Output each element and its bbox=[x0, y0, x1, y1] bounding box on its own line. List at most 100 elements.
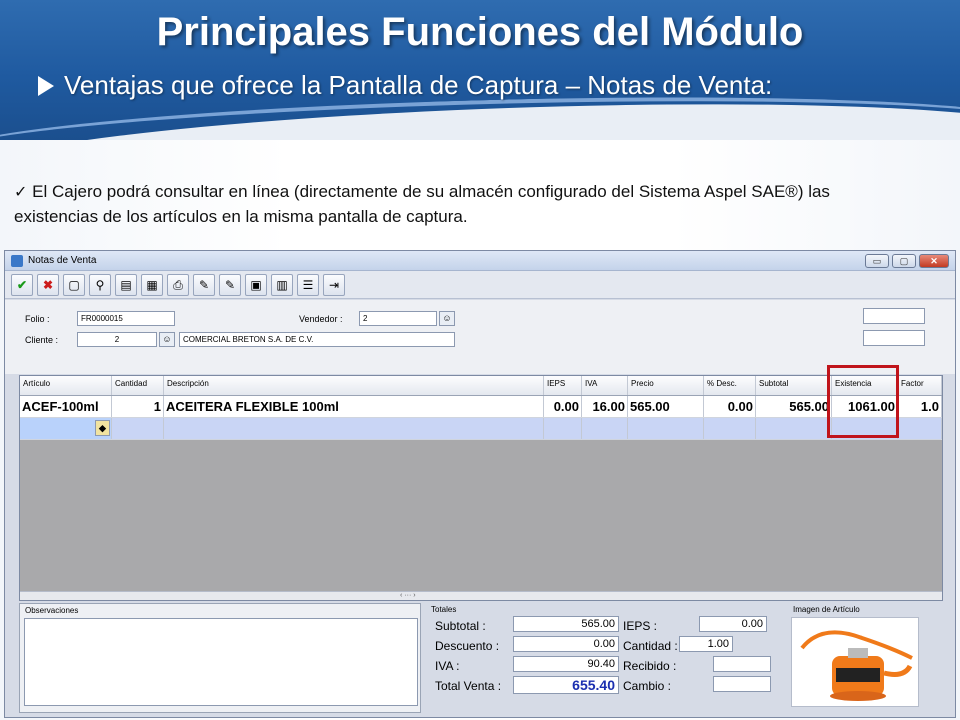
col-precio[interactable]: Precio bbox=[628, 376, 704, 395]
excel-icon[interactable]: ▦ bbox=[141, 273, 163, 296]
arrow-bullet-icon bbox=[38, 75, 54, 96]
descuento-label: Descuento : bbox=[435, 639, 500, 653]
cancel-icon[interactable]: ✖ bbox=[37, 273, 59, 296]
slide-title: Principales Funciones del Módulo bbox=[156, 10, 804, 54]
items-grid: Artículo Cantidad Descripción IEPS IVA P… bbox=[19, 375, 943, 601]
calculator-icon[interactable]: ▥ bbox=[271, 273, 293, 296]
cliente-name-field: COMERCIAL BRETON S.A. DE C.V. bbox=[179, 332, 455, 347]
ieps-value: 0.00 bbox=[699, 616, 767, 632]
search-icon[interactable]: ⚲ bbox=[89, 273, 111, 296]
cell-subtotal[interactable]: 565.00 bbox=[756, 396, 832, 417]
horizontal-scrollbar[interactable]: ‹ ··· › bbox=[20, 591, 942, 600]
cambio-field bbox=[713, 676, 771, 692]
minimize-button[interactable]: ▭ bbox=[865, 254, 889, 268]
col-cantidad[interactable]: Cantidad bbox=[112, 376, 164, 395]
cell-articulo-edit[interactable]: ◆ bbox=[20, 418, 112, 439]
cell-empty[interactable] bbox=[756, 418, 832, 439]
totales-label: Totales bbox=[431, 605, 457, 614]
slide-subtitle: Ventajas que ofrece la Pantalla de Captu… bbox=[38, 70, 772, 101]
cell-empty[interactable] bbox=[704, 418, 756, 439]
window-controls: ▭ ▢ ✕ bbox=[865, 254, 949, 268]
col-ieps[interactable]: IEPS bbox=[544, 376, 582, 395]
cell-cantidad[interactable]: 1 bbox=[112, 396, 164, 417]
document-icon[interactable]: ▤ bbox=[115, 273, 137, 296]
extra-field-2[interactable] bbox=[863, 330, 925, 346]
cell-descripcion[interactable]: ACEITERA FLEXIBLE 100ml bbox=[164, 396, 544, 417]
recibido-label: Recibido : bbox=[623, 659, 677, 673]
tag2-icon[interactable]: ✎ bbox=[219, 273, 241, 296]
table-row[interactable]: ACEF-100ml 1 ACEITERA FLEXIBLE 100ml 0.0… bbox=[20, 396, 942, 418]
cell-empty[interactable] bbox=[628, 418, 704, 439]
maximize-button[interactable]: ▢ bbox=[892, 254, 916, 268]
slide-note: ✓ El Cajero podrá consultar en línea (di… bbox=[14, 180, 874, 229]
col-iva[interactable]: IVA bbox=[582, 376, 628, 395]
tag-icon[interactable]: ✎ bbox=[193, 273, 215, 296]
imagen-articulo-label: Imagen de Artículo bbox=[793, 605, 860, 614]
total-venta-label: Total Venta : bbox=[435, 679, 502, 693]
cell-factor[interactable]: 1.0 bbox=[898, 396, 942, 417]
total-venta-value: 655.40 bbox=[513, 676, 619, 694]
col-desc[interactable]: % Desc. bbox=[704, 376, 756, 395]
cambio-label: Cambio : bbox=[623, 679, 672, 693]
new-icon[interactable]: ▢ bbox=[63, 273, 85, 296]
vendedor-label: Vendedor : bbox=[299, 314, 343, 324]
vendedor-lookup-icon[interactable]: ☺ bbox=[439, 311, 455, 326]
existencia-highlight bbox=[827, 365, 899, 438]
cliente-field[interactable]: 2 bbox=[77, 332, 157, 347]
col-descripcion[interactable]: Descripción bbox=[164, 376, 544, 395]
recibido-field[interactable] bbox=[713, 656, 771, 672]
vendedor-field[interactable]: 2 bbox=[359, 311, 437, 326]
check-icon[interactable]: ✔ bbox=[11, 273, 33, 296]
cell-empty[interactable] bbox=[582, 418, 628, 439]
close-button[interactable]: ✕ bbox=[919, 254, 949, 268]
descuento-value: 0.00 bbox=[513, 636, 619, 652]
totales-panel: Totales Subtotal : 565.00 Descuento : 0.… bbox=[427, 603, 779, 713]
ieps-label: IEPS : bbox=[623, 619, 658, 633]
cell-empty[interactable] bbox=[164, 418, 544, 439]
cantidad-label: Cantidad : bbox=[623, 639, 678, 653]
subtotal-value: 565.00 bbox=[513, 616, 619, 632]
extra-field-1[interactable] bbox=[863, 308, 925, 324]
slide-subtitle-text: Ventajas que ofrece la Pantalla de Captu… bbox=[64, 70, 773, 100]
col-subtotal[interactable]: Subtotal bbox=[756, 376, 832, 395]
col-articulo[interactable]: Artículo bbox=[20, 376, 112, 395]
checkmark-icon: ✓ bbox=[14, 184, 28, 201]
note-icon[interactable]: ▣ bbox=[245, 273, 267, 296]
iva-value: 90.40 bbox=[513, 656, 619, 672]
slide-header: Principales Funciones del Módulo Ventaja… bbox=[0, 0, 960, 140]
observaciones-label: Observaciones bbox=[25, 606, 79, 615]
folio-field[interactable]: FR0000015 bbox=[77, 311, 175, 326]
imagen-articulo-panel: Imagen de Artículo bbox=[787, 603, 943, 713]
observaciones-textarea[interactable] bbox=[24, 618, 418, 706]
app-icon bbox=[11, 254, 23, 267]
table-row-new[interactable]: ◆ bbox=[20, 418, 942, 440]
cell-empty[interactable] bbox=[112, 418, 164, 439]
slide-note-text: El Cajero podrá consultar en línea (dire… bbox=[14, 182, 830, 226]
folio-label: Folio : bbox=[25, 314, 50, 324]
window-titlebar: Notas de Venta ▭ ▢ ✕ bbox=[5, 251, 955, 271]
col-factor[interactable]: Factor bbox=[898, 376, 942, 395]
window-title: Notas de Venta bbox=[28, 255, 97, 266]
subtotal-label: Subtotal : bbox=[435, 619, 486, 633]
header-form: Folio : FR0000015 Vendedor : 2 ☺ Cliente… bbox=[5, 300, 955, 374]
exit-icon[interactable]: ⇥ bbox=[323, 273, 345, 296]
cell-iva[interactable]: 16.00 bbox=[582, 396, 628, 417]
cell-ieps[interactable]: 0.00 bbox=[544, 396, 582, 417]
article-image bbox=[791, 617, 919, 707]
grid-header: Artículo Cantidad Descripción IEPS IVA P… bbox=[20, 376, 942, 396]
cliente-lookup-icon[interactable]: ☺ bbox=[159, 332, 175, 347]
list-icon[interactable]: ☰ bbox=[297, 273, 319, 296]
cell-empty[interactable] bbox=[544, 418, 582, 439]
toolbar: ✔ ✖ ▢ ⚲ ▤ ▦ ⎙ ✎ ✎ ▣ ▥ ☰ ⇥ bbox=[5, 271, 955, 299]
oil-can-image bbox=[800, 630, 913, 701]
cell-desc[interactable]: 0.00 bbox=[704, 396, 756, 417]
print-icon[interactable]: ⎙ bbox=[167, 273, 189, 296]
scroll-grip[interactable]: ‹ ··· › bbox=[400, 592, 416, 599]
cell-empty[interactable] bbox=[898, 418, 942, 439]
cell-articulo[interactable]: ACEF-100ml bbox=[20, 396, 112, 417]
cliente-label: Cliente : bbox=[25, 335, 59, 345]
cantidad-value: 1.00 bbox=[679, 636, 733, 652]
article-lookup-icon[interactable]: ◆ bbox=[95, 420, 110, 436]
cell-precio[interactable]: 565.00 bbox=[628, 396, 704, 417]
observaciones-panel: Observaciones bbox=[19, 603, 421, 713]
